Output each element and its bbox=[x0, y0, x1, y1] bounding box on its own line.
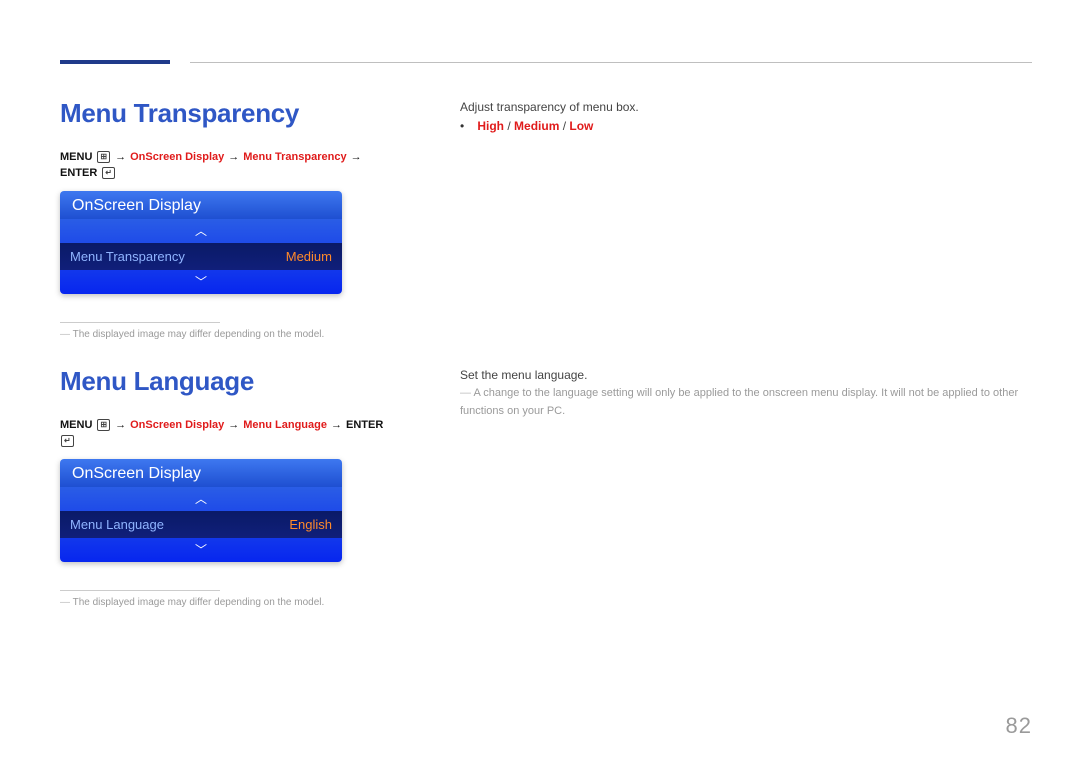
chevron-down-icon[interactable]: ﹀ bbox=[60, 538, 342, 562]
section-menu-language: Menu Language MENU ⊞ → OnScreen Display … bbox=[60, 366, 1032, 608]
left-column: Menu Language MENU ⊞ → OnScreen Display … bbox=[60, 366, 400, 608]
arrow-icon: → bbox=[331, 419, 342, 431]
right-column-transparency: Adjust transparency of menu box. High / … bbox=[460, 98, 1032, 340]
page-number: 82 bbox=[1006, 713, 1032, 739]
osd-panel-language: OnScreen Display ︿ Menu Language English… bbox=[60, 459, 342, 562]
chevron-up-icon[interactable]: ︿ bbox=[60, 219, 342, 243]
page: Menu Transparency MENU ⊞ → OnScreen Disp… bbox=[0, 0, 1080, 763]
path-seg-onscreen: OnScreen Display bbox=[130, 419, 224, 431]
footnote-language: The displayed image may differ depending… bbox=[60, 597, 400, 608]
spacer bbox=[60, 340, 1032, 366]
osd-title: OnScreen Display bbox=[60, 191, 342, 219]
note-language: A change to the language setting will on… bbox=[460, 385, 1032, 420]
arrow-icon: → bbox=[115, 419, 126, 431]
arrow-icon: → bbox=[228, 151, 239, 163]
arrow-icon: → bbox=[228, 419, 239, 431]
osd-row-transparency[interactable]: Menu Transparency Medium bbox=[60, 243, 342, 270]
desc-transparency: Adjust transparency of menu box. bbox=[460, 98, 1032, 117]
osd-panel-transparency: OnScreen Display ︿ Menu Transparency Med… bbox=[60, 191, 342, 294]
footnote-divider bbox=[60, 590, 220, 591]
chevron-down-icon[interactable]: ﹀ bbox=[60, 270, 342, 294]
path-enter-label: ENTER bbox=[60, 167, 97, 179]
left-column: Menu Transparency MENU ⊞ → OnScreen Disp… bbox=[60, 98, 400, 340]
osd-body: ︿ Menu Transparency Medium ﹀ bbox=[60, 219, 342, 294]
path-seg-language: Menu Language bbox=[243, 419, 327, 431]
arrow-icon: → bbox=[115, 151, 126, 163]
osd-title: OnScreen Display bbox=[60, 459, 342, 487]
heading-menu-transparency: Menu Transparency bbox=[60, 98, 400, 129]
option-high: High bbox=[477, 119, 504, 133]
arrow-icon: → bbox=[351, 151, 362, 163]
heading-menu-language: Menu Language bbox=[60, 366, 400, 397]
path-menu-label: MENU bbox=[60, 419, 92, 431]
section-menu-transparency: Menu Transparency MENU ⊞ → OnScreen Disp… bbox=[60, 98, 1032, 340]
osd-row-value: Medium bbox=[286, 249, 332, 264]
enter-icon: ↵ bbox=[61, 435, 74, 447]
chevron-up-icon[interactable]: ︿ bbox=[60, 487, 342, 511]
desc-language: Set the menu language. bbox=[460, 366, 1032, 385]
path-menu-label: MENU bbox=[60, 151, 92, 163]
nav-path-language: MENU ⊞ → OnScreen Display → Menu Languag… bbox=[60, 419, 400, 447]
enter-icon: ↵ bbox=[102, 167, 115, 179]
option-low: Low bbox=[569, 119, 593, 133]
accent-bar bbox=[60, 60, 170, 64]
osd-row-label: Menu Language bbox=[70, 517, 164, 532]
footnote-transparency: The displayed image may differ depending… bbox=[60, 329, 400, 340]
top-rule bbox=[60, 60, 1032, 70]
footnote-divider bbox=[60, 322, 220, 323]
nav-path-transparency: MENU ⊞ → OnScreen Display → Menu Transpa… bbox=[60, 151, 400, 179]
menu-icon: ⊞ bbox=[97, 419, 110, 431]
path-enter-label: ENTER bbox=[346, 419, 383, 431]
osd-row-value: English bbox=[289, 517, 332, 532]
option-medium: Medium bbox=[514, 119, 559, 133]
options-transparency: High / Medium / Low bbox=[460, 117, 1032, 136]
osd-row-label: Menu Transparency bbox=[70, 249, 185, 264]
menu-icon: ⊞ bbox=[97, 151, 110, 163]
divider bbox=[190, 62, 1032, 63]
path-seg-onscreen: OnScreen Display bbox=[130, 151, 224, 163]
right-column-language: Set the menu language. A change to the l… bbox=[460, 366, 1032, 608]
path-seg-transparency: Menu Transparency bbox=[243, 151, 346, 163]
osd-body: ︿ Menu Language English ﹀ bbox=[60, 487, 342, 562]
osd-row-language[interactable]: Menu Language English bbox=[60, 511, 342, 538]
